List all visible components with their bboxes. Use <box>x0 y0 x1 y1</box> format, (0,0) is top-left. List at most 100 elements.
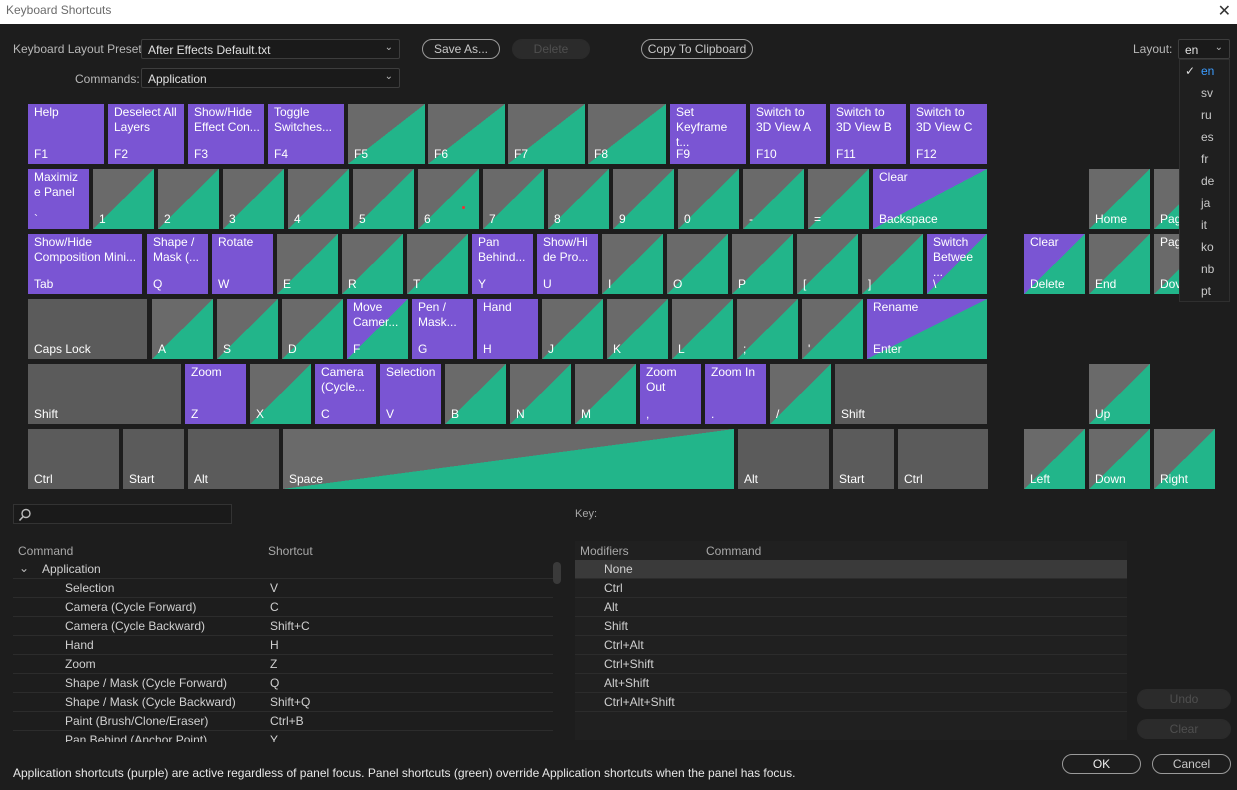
key-n3[interactable]: 3 <box>223 169 284 229</box>
key-lctrl[interactable]: Ctrl <box>28 429 119 489</box>
key-p[interactable]: P <box>732 234 793 294</box>
key-m[interactable]: M <box>575 364 636 424</box>
table-row[interactable]: Camera (Cycle Backward) Shift+C <box>13 617 553 636</box>
modifier-row[interactable]: Alt <box>575 598 1127 617</box>
key-f3[interactable]: Show/Hide Effect Con... F3 <box>188 104 264 164</box>
key-q[interactable]: Shape / Mask (... Q <box>147 234 208 294</box>
key-y[interactable]: Pan Behind... Y <box>472 234 533 294</box>
key-n0[interactable]: 0 <box>678 169 739 229</box>
key-d[interactable]: D <box>282 299 343 359</box>
key-tab[interactable]: Show/Hide Composition Mini... Tab <box>28 234 142 294</box>
table-row[interactable]: Selection V <box>13 579 553 598</box>
key-comma[interactable]: Zoom Out, <box>640 364 701 424</box>
key-n2[interactable]: 2 <box>158 169 219 229</box>
key-n7[interactable]: 7 <box>483 169 544 229</box>
layout-menu-item-nb[interactable]: nb <box>1180 258 1231 280</box>
key-quote[interactable]: ' <box>802 299 863 359</box>
key-f7[interactable]: F7 <box>508 104 585 164</box>
cancel-button[interactable]: Cancel <box>1152 754 1231 774</box>
save-as-button[interactable]: Save As... <box>422 39 500 59</box>
key-f2[interactable]: Deselect All Layers F2 <box>108 104 184 164</box>
ok-button[interactable]: OK <box>1062 754 1141 774</box>
key-minus[interactable]: - <box>743 169 804 229</box>
key-n5[interactable]: 5 <box>353 169 414 229</box>
key-home[interactable]: Home <box>1089 169 1150 229</box>
key-n8[interactable]: 8 <box>548 169 609 229</box>
key-g[interactable]: Pen / Mask... G <box>412 299 473 359</box>
search-input[interactable] <box>13 504 232 524</box>
key-e[interactable]: E <box>277 234 338 294</box>
key-f[interactable]: Move Camer... F <box>347 299 408 359</box>
key-down[interactable]: Down <box>1089 429 1150 489</box>
key-right[interactable]: Right <box>1154 429 1215 489</box>
key-f11[interactable]: Switch to 3D View B F11 <box>830 104 906 164</box>
key-rshift[interactable]: Shift <box>835 364 987 424</box>
key-backslash[interactable]: Switch Betwee ... \ <box>927 234 987 294</box>
copy-to-clipboard-button[interactable]: Copy To Clipboard <box>641 39 753 59</box>
key-c[interactable]: Camera (Cycle... C <box>315 364 376 424</box>
layout-menu-item-sv[interactable]: sv <box>1180 82 1231 104</box>
modifier-row[interactable]: None <box>575 560 1127 579</box>
key-f4[interactable]: Toggle Switches... F4 <box>268 104 344 164</box>
modifier-row[interactable]: Ctrl+Shift <box>575 655 1127 674</box>
key-f12[interactable]: Switch to 3D View C F12 <box>910 104 987 164</box>
key-lshift[interactable]: Shift <box>28 364 181 424</box>
key-rctrl[interactable]: Ctrl <box>898 429 988 489</box>
key-u[interactable]: Show/Hi de Pro... U <box>537 234 598 294</box>
modifier-row[interactable]: Ctrl+Alt <box>575 636 1127 655</box>
scrollbar[interactable] <box>553 562 561 584</box>
key-lbracket[interactable]: [ <box>797 234 858 294</box>
key-backspace[interactable]: Clear Backspace <box>873 169 987 229</box>
key-rstart[interactable]: Start <box>833 429 894 489</box>
key-nkey[interactable]: N <box>510 364 571 424</box>
table-row[interactable]: Camera (Cycle Forward) C <box>13 598 553 617</box>
clear-button[interactable]: Clear <box>1137 719 1231 739</box>
undo-button[interactable]: Undo <box>1137 689 1231 709</box>
key-f8[interactable]: F8 <box>588 104 666 164</box>
key-capslock[interactable]: Caps Lock <box>28 299 147 359</box>
close-icon[interactable]: ✕ <box>1218 1 1231 21</box>
layout-menu-item-en[interactable]: ✓ en <box>1180 60 1231 82</box>
delete-preset-button[interactable]: Delete <box>512 39 590 59</box>
modifier-row[interactable]: Ctrl <box>575 579 1127 598</box>
key-f1[interactable]: Help F1 <box>28 104 104 164</box>
key-n6[interactable]: 6 <box>418 169 479 229</box>
key-semicolon[interactable]: ; <box>737 299 798 359</box>
modifier-row[interactable]: Alt+Shift <box>575 674 1127 693</box>
layout-menu-item-ja[interactable]: ja <box>1180 192 1231 214</box>
layout-menu-item-pt[interactable]: pt <box>1180 280 1231 302</box>
table-row[interactable]: Hand H <box>13 636 553 655</box>
key-o[interactable]: O <box>667 234 728 294</box>
layout-menu-item-ru[interactable]: ru <box>1180 104 1231 126</box>
group-row[interactable]: ⌄ Application <box>13 560 553 579</box>
layout-menu-item-de[interactable]: de <box>1180 170 1231 192</box>
table-row[interactable]: Shape / Mask (Cycle Backward) Shift+Q <box>13 693 553 712</box>
key-f10[interactable]: Switch to 3D View A F10 <box>750 104 826 164</box>
key-n4[interactable]: 4 <box>288 169 349 229</box>
key-b[interactable]: B <box>445 364 506 424</box>
key-h[interactable]: Hand H <box>477 299 538 359</box>
key-f6[interactable]: F6 <box>428 104 505 164</box>
key-l[interactable]: L <box>672 299 733 359</box>
key-v[interactable]: Selection V <box>380 364 441 424</box>
key-space[interactable]: Space <box>283 429 734 489</box>
key-lstart[interactable]: Start <box>123 429 184 489</box>
table-row[interactable]: Shape / Mask (Cycle Forward) Q <box>13 674 553 693</box>
table-row[interactable]: Zoom Z <box>13 655 553 674</box>
key-up[interactable]: Up <box>1089 364 1150 424</box>
key-rbracket[interactable]: ] <box>862 234 923 294</box>
key-i[interactable]: I <box>602 234 663 294</box>
key-t[interactable]: T <box>407 234 468 294</box>
key-x[interactable]: X <box>250 364 311 424</box>
key-s[interactable]: S <box>217 299 278 359</box>
key-z[interactable]: Zoom Z <box>185 364 246 424</box>
layout-dropdown[interactable]: en ⌄ <box>1178 39 1230 59</box>
key-lalt[interactable]: Alt <box>188 429 279 489</box>
key-a[interactable]: A <box>152 299 213 359</box>
key-r[interactable]: R <box>342 234 403 294</box>
key-k[interactable]: K <box>607 299 668 359</box>
key-enter[interactable]: Rename Enter <box>867 299 987 359</box>
key-period[interactable]: Zoom In. <box>705 364 766 424</box>
key-n1[interactable]: 1 <box>93 169 154 229</box>
preset-dropdown[interactable]: After Effects Default.txt ⌄ <box>141 39 400 59</box>
